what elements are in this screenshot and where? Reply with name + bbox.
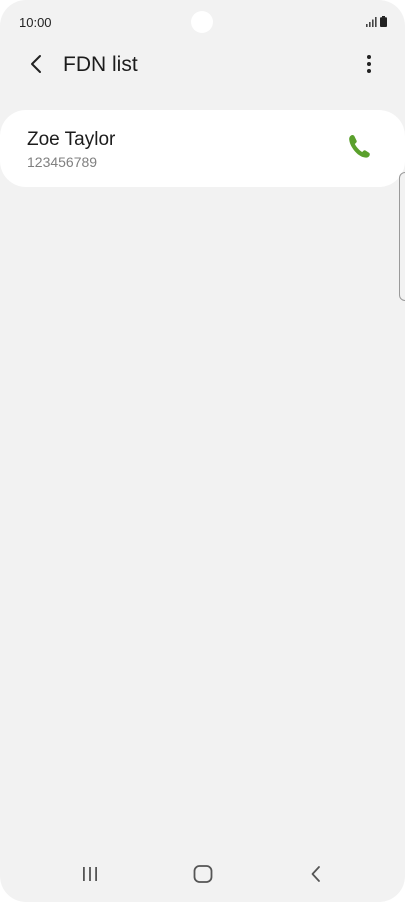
system-back-button[interactable] (296, 860, 336, 892)
battery-icon (380, 14, 387, 32)
call-button[interactable] (343, 132, 375, 164)
status-time: 10:00 (19, 15, 52, 30)
status-icons (366, 14, 387, 32)
status-bar: 10:00 (0, 0, 405, 44)
home-icon (193, 864, 213, 888)
home-button[interactable] (183, 860, 223, 892)
back-button[interactable] (20, 50, 52, 82)
back-icon (310, 865, 322, 888)
recents-icon (81, 866, 99, 887)
fdn-contact-item[interactable]: Zoe Taylor 123456789 (0, 110, 405, 187)
phone-icon (347, 133, 371, 164)
signal-icon (366, 14, 377, 32)
front-camera (191, 11, 213, 33)
more-options-button[interactable] (353, 50, 385, 82)
navigation-bar (0, 850, 405, 902)
recents-button[interactable] (70, 860, 110, 892)
chevron-left-icon (29, 54, 43, 79)
more-vertical-icon (366, 54, 372, 79)
scrollbar-handle[interactable] (399, 172, 405, 301)
app-bar: FDN list (0, 44, 405, 88)
contact-number: 123456789 (27, 154, 98, 170)
page-title: FDN list (63, 53, 138, 76)
contact-name: Zoe Taylor (27, 129, 116, 150)
phone-screen: 10:00 FDN list Zoe Taylor 123456789 (0, 0, 405, 902)
